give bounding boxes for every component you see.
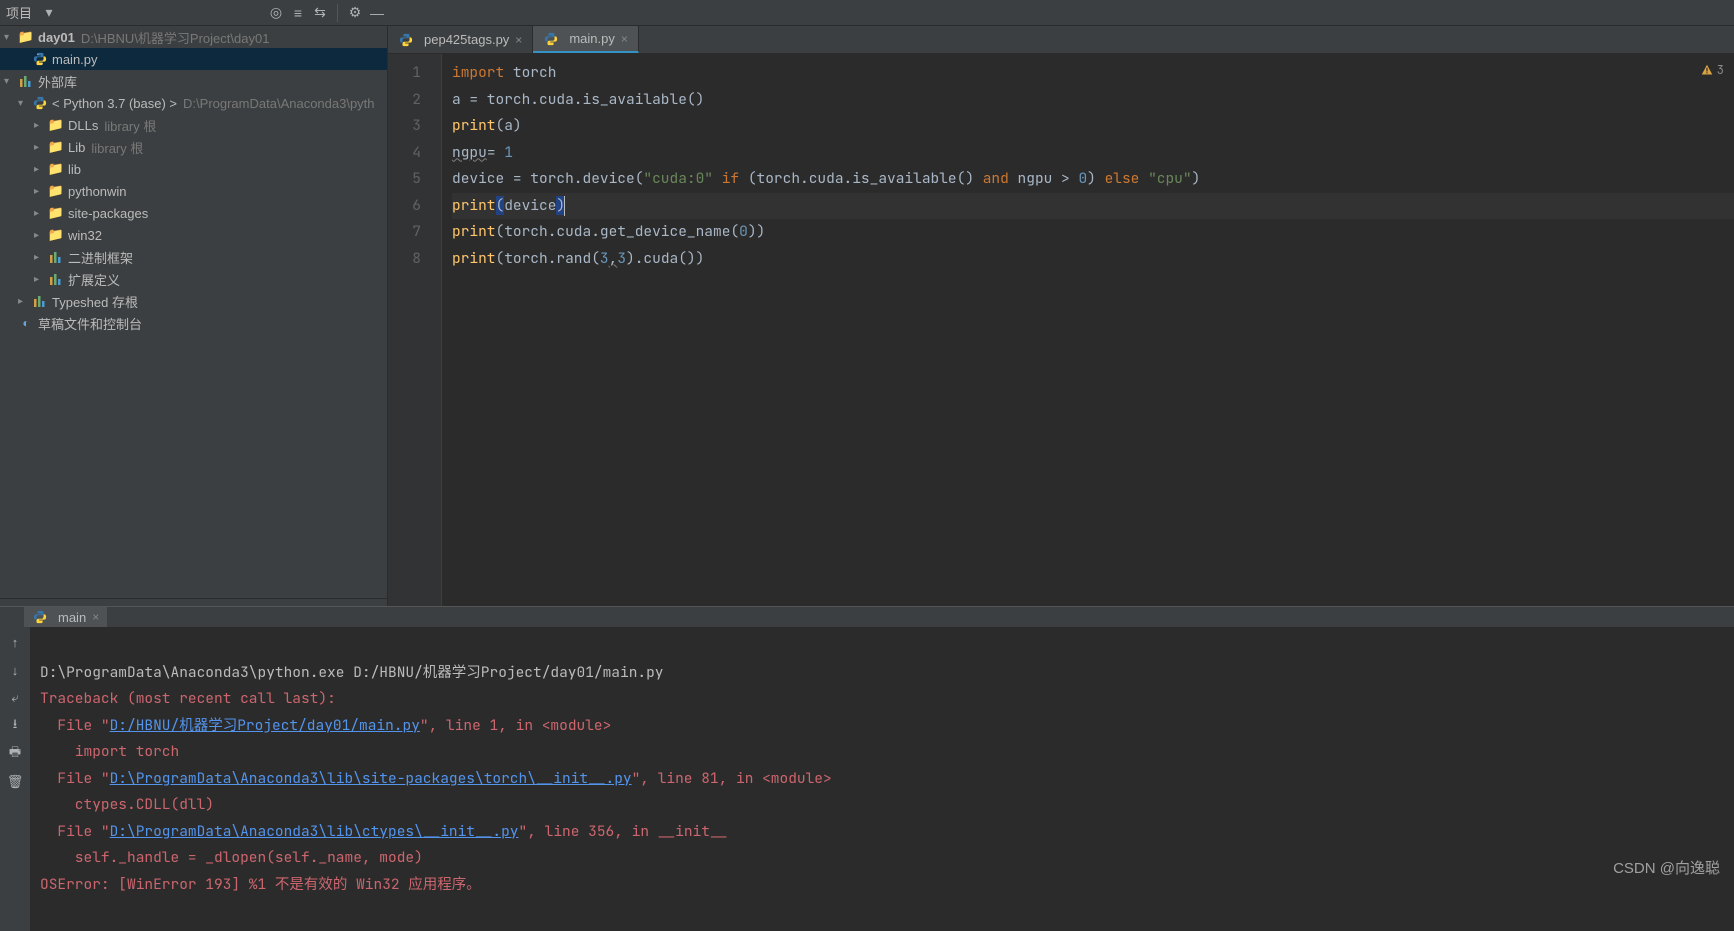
print-icon[interactable]: 🖶 — [6, 745, 24, 763]
folder-icon: 📁 — [48, 139, 64, 155]
close-icon[interactable]: × — [621, 32, 628, 46]
folder-lib[interactable]: ▸ 📁 lib — [0, 158, 387, 180]
project-sidebar: ▾ 📁 day01 D:\HBNU\机器学习Project\day01 main… — [0, 26, 388, 606]
console-gutter: ↑ ↓ ⤶ ⭳ 🖶 🗑 — [0, 627, 30, 931]
root-name: day01 — [38, 30, 75, 45]
root-path: D:\HBNU\机器学习Project\day01 — [81, 28, 270, 47]
extended-defs[interactable]: ▸ 扩展定义 — [0, 268, 387, 290]
scroll-down-icon[interactable]: ↓ — [6, 661, 24, 679]
console-tab-label: main — [58, 610, 86, 625]
project-label: 项目 — [6, 3, 32, 22]
chevron-right-icon[interactable]: ▸ — [34, 164, 48, 175]
folder-icon: 📁 — [48, 117, 64, 133]
python-file-icon — [32, 51, 48, 67]
python-icon — [32, 609, 48, 625]
clear-icon[interactable]: 🗑 — [6, 773, 24, 791]
chevron-right-icon[interactable]: ▸ — [34, 186, 48, 197]
line-gutter[interactable]: 1 2 3 4 5 6 7 8 — [388, 54, 442, 606]
python-icon — [32, 95, 48, 111]
scroll-up-icon[interactable]: ↑ — [6, 633, 24, 651]
scratch-icon: ◐ — [18, 315, 34, 331]
typeshed-stubs[interactable]: ▸ Typeshed 存根 — [0, 290, 387, 312]
chevron-down-icon[interactable]: ▾ — [4, 32, 18, 43]
chevron-down-icon[interactable]: ▾ — [18, 98, 32, 109]
python-file-icon — [543, 31, 559, 47]
scratches[interactable]: ◐ 草稿文件和控制台 — [0, 312, 387, 334]
trace-link-1[interactable]: D:/HBNU/机器学习Project/day01/main.py — [110, 716, 420, 735]
watermark: CSDN @向逸聪 — [1613, 857, 1720, 878]
close-icon[interactable]: × — [92, 610, 99, 624]
external-label: 外部库 — [38, 72, 77, 91]
editor-area: pep425tags.py × main.py × 1 2 3 4 5 6 7 … — [388, 26, 1734, 606]
tab-pep425tags[interactable]: pep425tags.py × — [388, 26, 533, 53]
folder-icon: 📁 — [48, 183, 64, 199]
env-name: < Python 3.7 (base) > — [52, 96, 177, 111]
folder-icon: 📁 — [48, 161, 64, 177]
chevron-right-icon[interactable]: ▸ — [34, 230, 48, 241]
python-file-icon — [398, 32, 414, 48]
folder-site-packages[interactable]: ▸ 📁 site-packages — [0, 202, 387, 224]
run-console: main × ↑ ↓ ⤶ ⭳ 🖶 🗑 D:\ProgramData\Anacon… — [0, 606, 1734, 886]
soft-wrap-icon[interactable]: ⤶ — [6, 689, 24, 707]
warning-count: 3 — [1717, 62, 1724, 78]
chevron-right-icon[interactable]: ▸ — [34, 252, 48, 263]
trace-link-3[interactable]: D:\ProgramData\Anaconda3\lib\ctypes\__in… — [110, 822, 519, 841]
chevron-right-icon[interactable]: ▸ — [34, 208, 48, 219]
hide-icon[interactable]: — — [366, 2, 388, 24]
project-tree[interactable]: ▾ 📁 day01 D:\HBNU\机器学习Project\day01 main… — [0, 26, 387, 598]
external-libs[interactable]: ▾ 外部库 — [0, 70, 387, 92]
folder-pythonwin[interactable]: ▸ 📁 pythonwin — [0, 180, 387, 202]
folder-lib-upper[interactable]: ▸ 📁 Lib library 根 — [0, 136, 387, 158]
code-editor[interactable]: 1 2 3 4 5 6 7 8 import torch a = torch.c… — [388, 54, 1734, 606]
folder-win32[interactable]: ▸ 📁 win32 — [0, 224, 387, 246]
top-toolbar: 项目 ▾ ◎ ≡ ⇆ ⚙ — — [0, 0, 1734, 26]
binary-skeletons[interactable]: ▸ 二进制框架 — [0, 246, 387, 268]
folder-icon: 📁 — [48, 227, 64, 243]
collapse-all-icon[interactable]: ⇆ — [309, 2, 331, 24]
separator — [337, 4, 338, 22]
trace-link-2[interactable]: D:\ProgramData\Anaconda3\lib\site-packag… — [110, 769, 632, 788]
file-label: main.py — [52, 52, 98, 67]
file-main-py[interactable]: main.py — [0, 48, 387, 70]
dropdown-icon[interactable]: ▾ — [38, 2, 60, 24]
chevron-right-icon[interactable]: ▸ — [34, 274, 48, 285]
tab-label: main.py — [569, 31, 615, 46]
project-root[interactable]: ▾ 📁 day01 D:\HBNU\机器学习Project\day01 — [0, 26, 387, 48]
close-icon[interactable]: × — [515, 33, 522, 47]
tab-main[interactable]: main.py × — [533, 26, 639, 53]
bars-icon — [48, 249, 64, 265]
folder-icon: 📁 — [48, 205, 64, 221]
console-output[interactable]: D:\ProgramData\Anaconda3\python.exe D:/H… — [30, 627, 1734, 931]
scroll-to-end-icon[interactable]: ⭳ — [6, 717, 24, 735]
chevron-down-icon[interactable]: ▾ — [4, 76, 18, 87]
sidebar-scrollbar[interactable] — [0, 598, 387, 606]
expand-all-icon[interactable]: ≡ — [287, 2, 309, 24]
gear-icon[interactable]: ⚙ — [344, 2, 366, 24]
inspection-indicator[interactable]: 3 — [1701, 62, 1724, 78]
chevron-right-icon[interactable]: ▸ — [18, 296, 32, 307]
code-content[interactable]: import torch a = torch.cuda.is_available… — [442, 54, 1734, 606]
python-env[interactable]: ▾ < Python 3.7 (base) > D:\ProgramData\A… — [0, 92, 387, 114]
text-caret — [564, 196, 565, 216]
folder-icon: 📁 — [18, 29, 34, 45]
bars-icon — [18, 73, 34, 89]
folder-dlls[interactable]: ▸ 📁 DLLs library 根 — [0, 114, 387, 136]
bars-icon — [32, 293, 48, 309]
tab-label: pep425tags.py — [424, 32, 509, 47]
bars-icon — [48, 271, 64, 287]
chevron-right-icon[interactable]: ▸ — [34, 142, 48, 153]
locate-icon[interactable]: ◎ — [265, 2, 287, 24]
chevron-right-icon[interactable]: ▸ — [34, 120, 48, 131]
editor-tabs: pep425tags.py × main.py × — [388, 26, 1734, 54]
console-tab-main[interactable]: main × — [24, 607, 107, 627]
env-path: D:\ProgramData\Anaconda3\pyth — [183, 96, 375, 111]
